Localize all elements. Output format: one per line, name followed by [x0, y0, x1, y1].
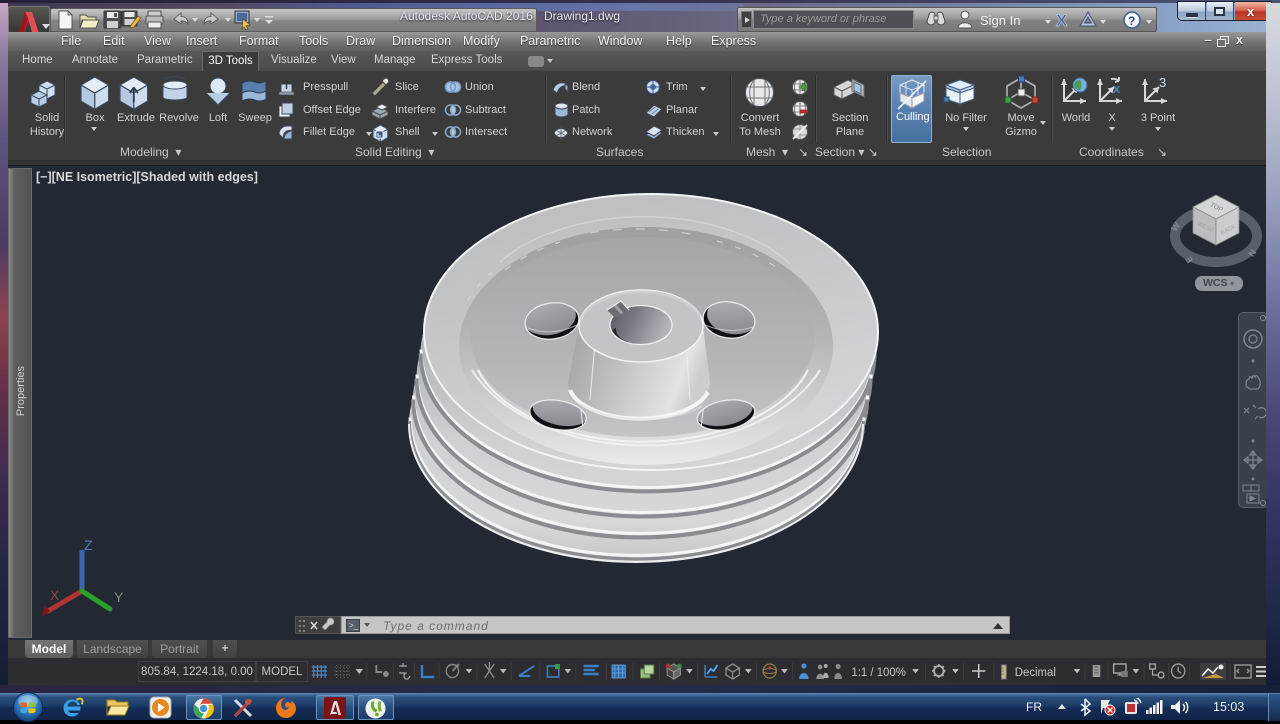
svg-text:x: x [1113, 81, 1121, 96]
svg-text:Y: Y [114, 589, 124, 605]
svg-text:1:1 / 100%: 1:1 / 100% [851, 666, 905, 679]
svg-text:X: X [1056, 11, 1068, 30]
svg-text:3: 3 [1159, 75, 1166, 90]
svg-text:Sign In: Sign In [980, 13, 1020, 28]
svg-text:Decimal: Decimal [1015, 666, 1056, 679]
svg-text:?: ? [1128, 14, 1135, 28]
svg-text:Z: Z [84, 537, 93, 553]
svg-text:X: X [50, 587, 60, 603]
